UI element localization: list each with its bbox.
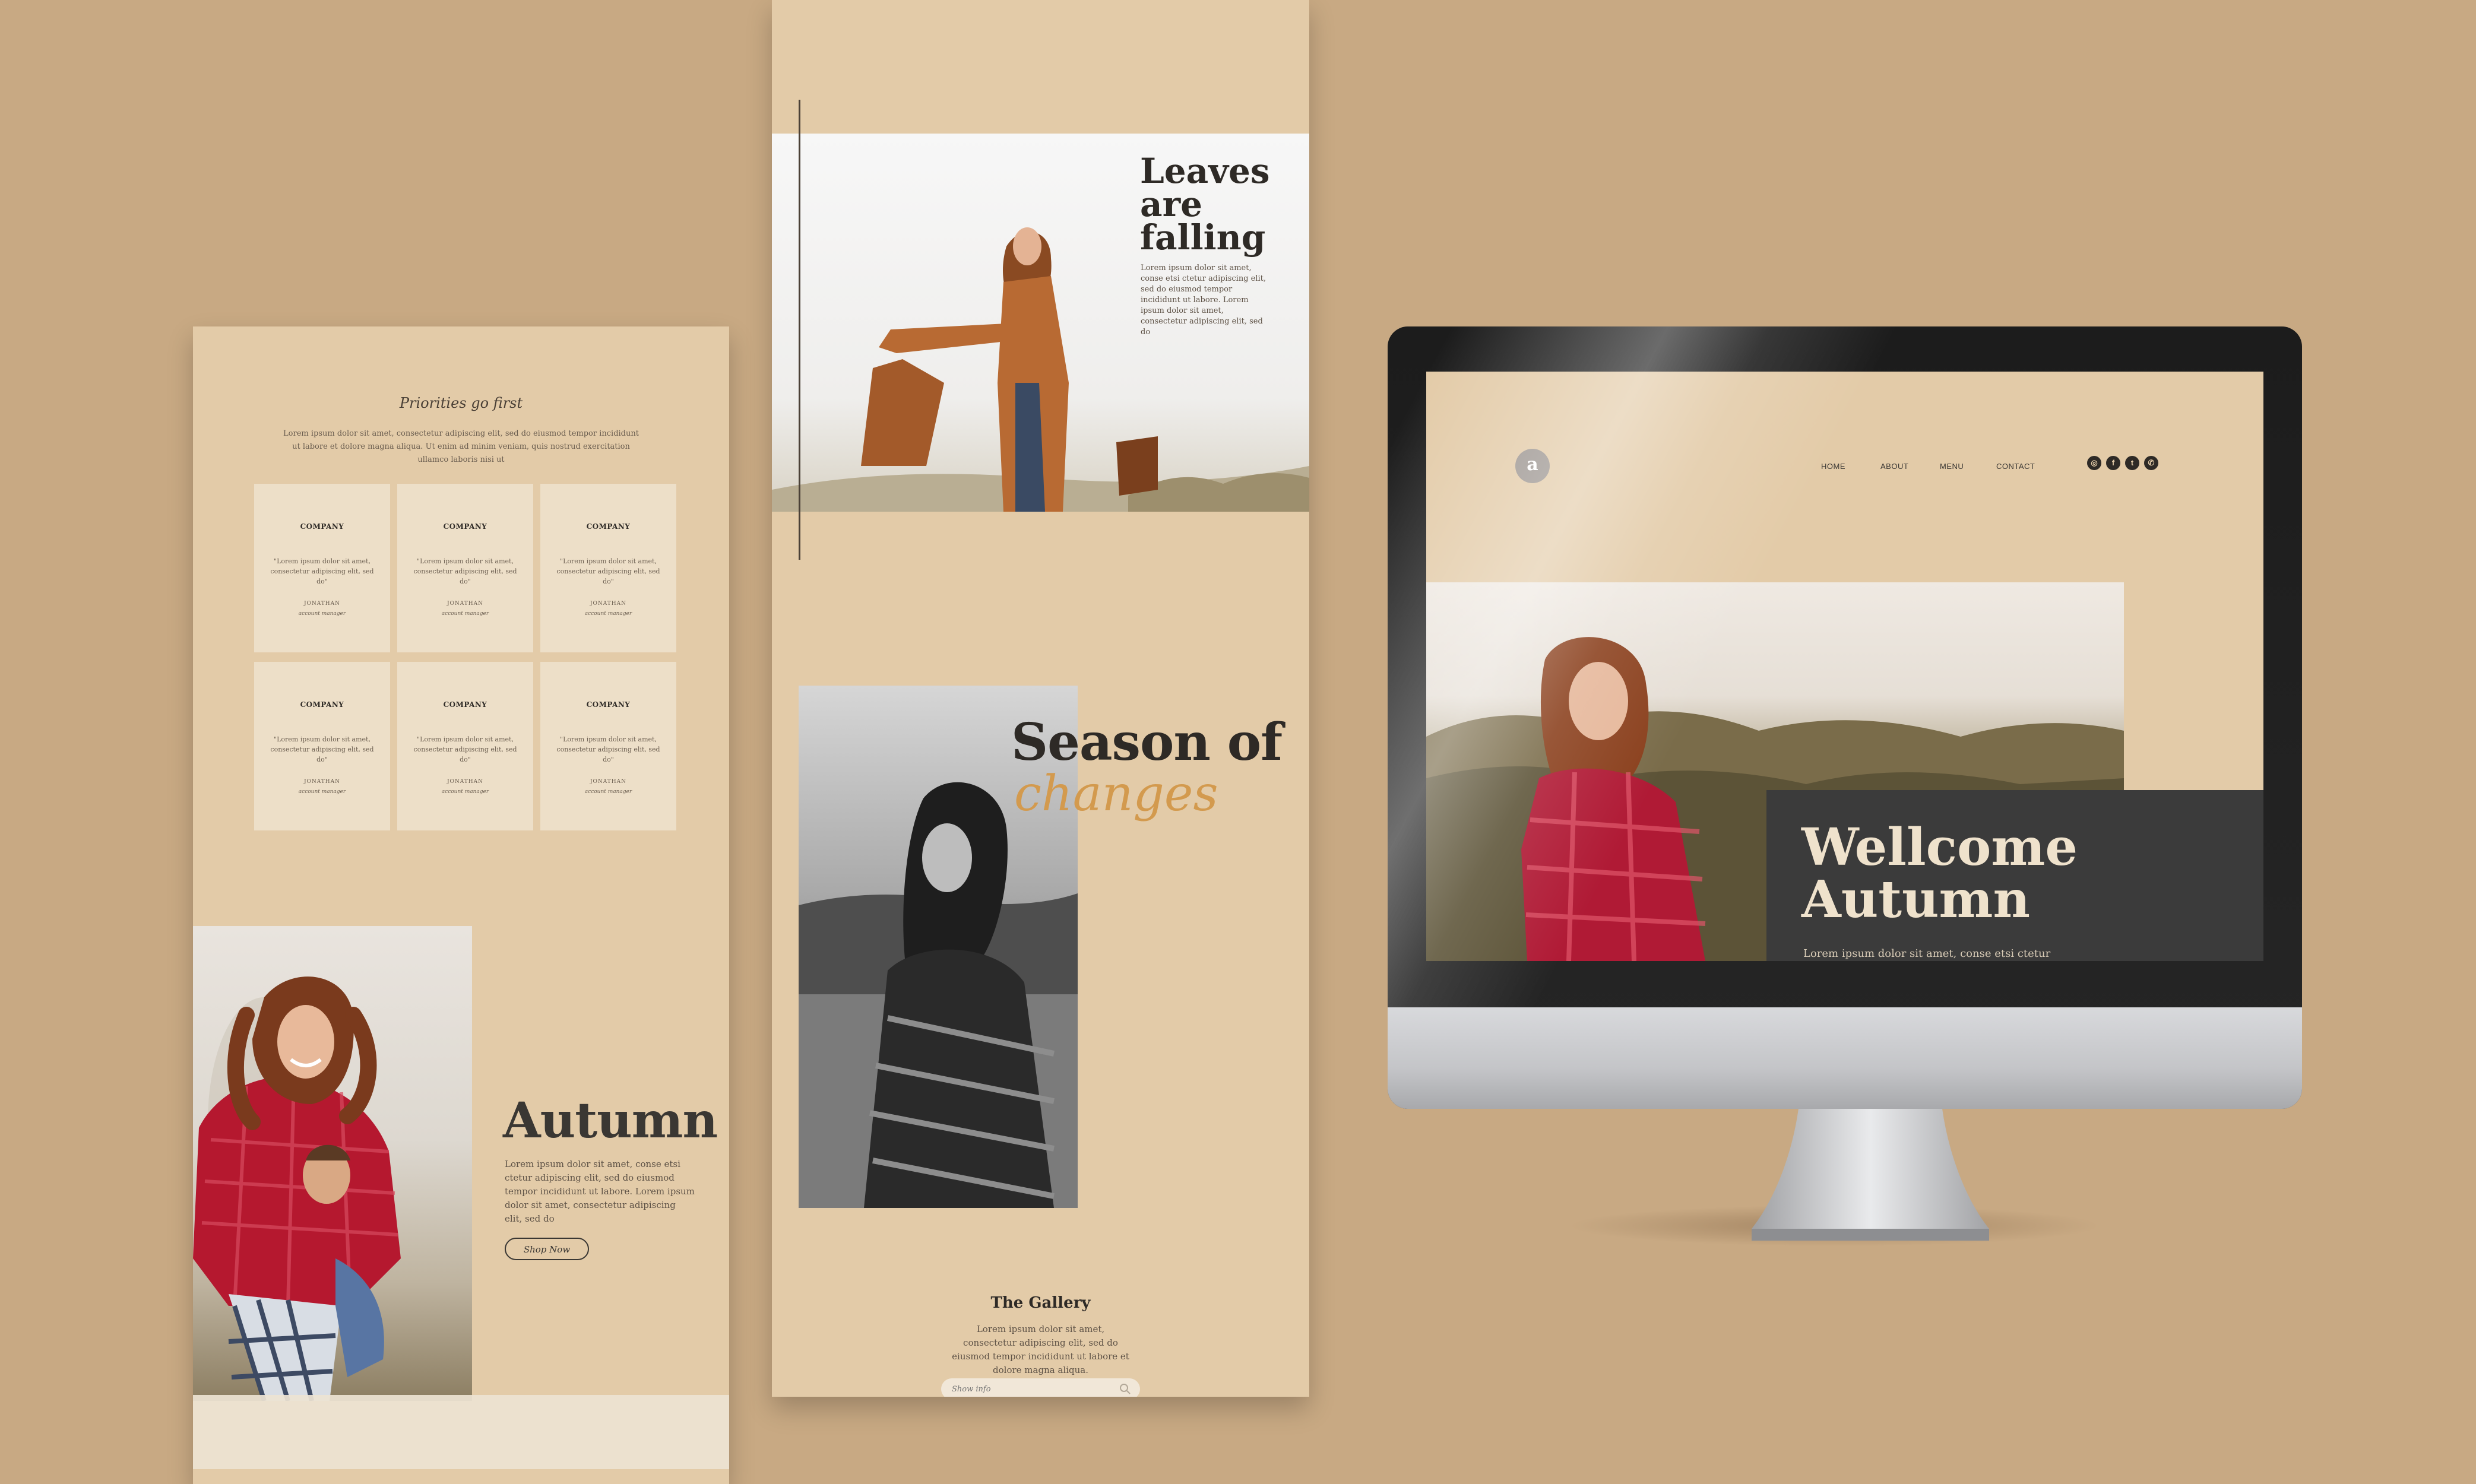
testimonial-card: COMPANY "Lorem ipsum dolor sit amet, con… <box>254 484 390 652</box>
testimonial-role: account manager <box>584 789 632 795</box>
testimonial-quote: "Lorem ipsum dolor sit amet, consectetur… <box>413 735 517 763</box>
testimonial-person: JONATHAN <box>590 779 627 785</box>
testimonial-person: JONATHAN <box>447 779 484 785</box>
testimonial-quote: "Lorem ipsum dolor sit amet, consectetur… <box>556 735 660 763</box>
hero-body: Lorem ipsum dolor sit amet, conse etsi c… <box>1141 264 1267 337</box>
season-subtitle: changes <box>1014 766 1218 822</box>
testimonial-role: account manager <box>584 611 632 617</box>
testimonial-person: JONATHAN <box>447 601 484 607</box>
testimonial-role: account manager <box>298 611 346 617</box>
testimonial-card: COMPANY "Lorem ipsum dolor sit amet, con… <box>540 662 676 830</box>
testimonial-quote: "Lorem ipsum dolor sit amet, consectetur… <box>413 557 517 585</box>
hero-title-line: are <box>1140 184 1203 224</box>
testimonial-role: account manager <box>441 789 489 795</box>
search-icon[interactable] <box>1119 1383 1131 1395</box>
testimonial-card: COMPANY "Lorem ipsum dolor sit amet, con… <box>397 484 533 652</box>
testimonial-company: COMPANY <box>443 522 487 531</box>
welcome-title-line: Wellcome <box>1801 817 2078 877</box>
testimonial-person: JONATHAN <box>303 779 341 785</box>
middle-page-mockup: Leaves are falling Lorem ipsum dolor sit… <box>772 0 1309 1397</box>
testimonial-card: COMPANY "Lorem ipsum dolor sit amet, con… <box>540 484 676 652</box>
testimonial-quote: "Lorem ipsum dolor sit amet, consectetur… <box>270 557 374 585</box>
testimonial-company: COMPANY <box>300 522 344 531</box>
welcome-body: Lorem ipsum dolor sit amet, conse etsi c… <box>1803 947 2051 960</box>
nav-contact[interactable]: CONTACT <box>1996 462 2035 471</box>
footer-strip <box>193 1395 729 1469</box>
testimonial-card: COMPANY "Lorem ipsum dolor sit amet, con… <box>254 662 390 830</box>
shop-now-button[interactable]: Shop Now <box>505 1238 589 1260</box>
brand-logo[interactable]: a <box>1515 449 1550 483</box>
gallery-title: The Gallery <box>990 1294 1091 1312</box>
couple-photo <box>193 926 472 1401</box>
gallery-body: Lorem ipsum dolor sit amet, consectetur … <box>952 1324 1129 1375</box>
testimonial-role: account manager <box>441 611 489 617</box>
monitor-screen: a HOME ABOUT MENU CONTACT ◎ f t ✆ Wellco… <box>1426 372 2263 961</box>
instagram-icon[interactable]: ◎ <box>2087 456 2101 470</box>
facebook-icon[interactable]: f <box>2106 456 2120 470</box>
testimonial-person: JONATHAN <box>590 601 627 607</box>
whatsapp-icon[interactable]: ✆ <box>2144 456 2158 470</box>
monitor-chin <box>1388 1007 2302 1109</box>
nav-home[interactable]: HOME <box>1821 462 1845 471</box>
nav-menu[interactable]: MENU <box>1940 462 1964 471</box>
vertical-divider <box>799 100 800 560</box>
testimonial-company: COMPANY <box>586 700 631 709</box>
welcome-title: Wellcome Autumn <box>1801 822 2078 926</box>
testimonial-company: COMPANY <box>586 522 631 531</box>
autumn-title: Autumn <box>503 1092 718 1149</box>
section-heading: Priorities go first <box>399 395 523 411</box>
monitor-frame: a HOME ABOUT MENU CONTACT ◎ f t ✆ Wellco… <box>1388 326 2302 1109</box>
testimonial-quote: "Lorem ipsum dolor sit amet, consectetur… <box>270 735 374 763</box>
hero-title-line: Leaves <box>1140 151 1270 191</box>
section-intro: Lorem ipsum dolor sit amet, consectetur … <box>283 429 639 464</box>
nav-about[interactable]: ABOUT <box>1880 462 1908 471</box>
testimonial-person: JONATHAN <box>303 601 341 607</box>
testimonial-company: COMPANY <box>443 700 487 709</box>
testimonial-quote: "Lorem ipsum dolor sit amet, consectetur… <box>556 557 660 585</box>
testimonial-role: account manager <box>298 789 346 795</box>
autumn-body: Lorem ipsum dolor sit amet, conse etsi c… <box>505 1159 695 1224</box>
testimonial-company: COMPANY <box>300 700 344 709</box>
monitor-stand <box>1752 1104 1989 1241</box>
season-title: Season of <box>1011 712 1283 772</box>
left-page-mockup: Priorities go first Lorem ipsum dolor si… <box>193 326 729 1484</box>
search-input[interactable] <box>941 1378 1140 1397</box>
hero-title-line: falling <box>1140 217 1266 258</box>
twitter-icon[interactable]: t <box>2125 456 2139 470</box>
testimonial-card: COMPANY "Lorem ipsum dolor sit amet, con… <box>397 662 533 830</box>
welcome-title-line: Autumn <box>1801 870 2031 930</box>
hero-title: Leaves are falling <box>1140 151 1277 258</box>
